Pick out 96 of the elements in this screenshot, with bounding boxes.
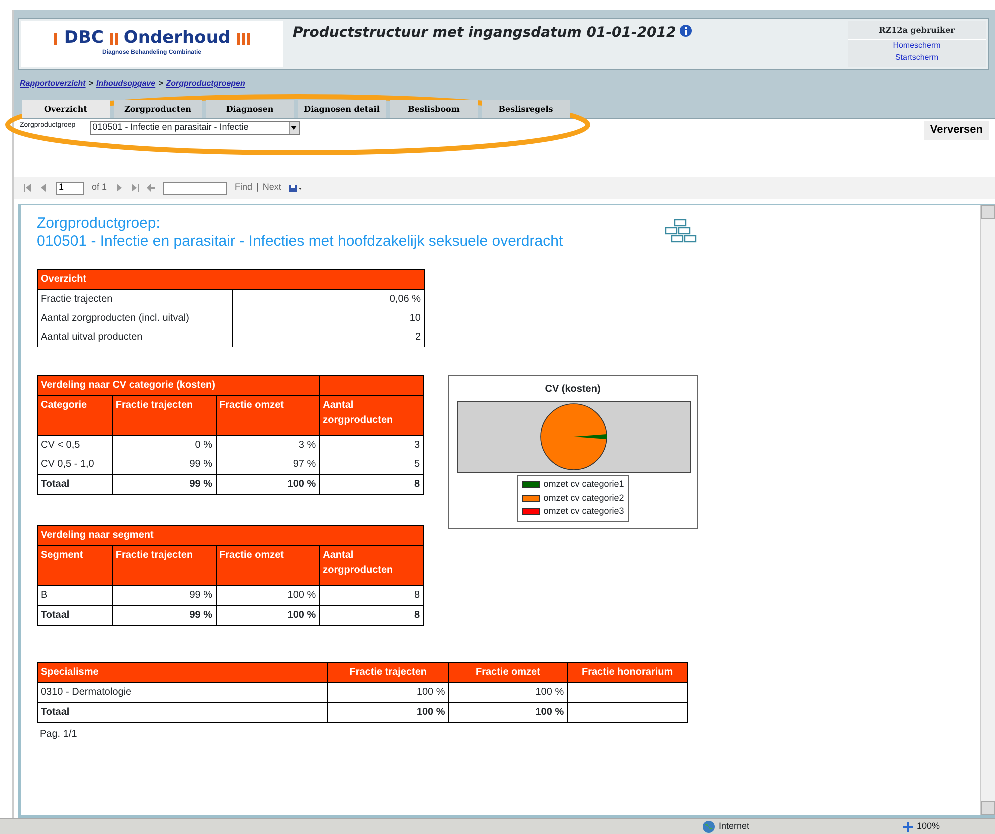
column-header: Fractie omzet <box>216 396 320 436</box>
bars-icon <box>54 32 58 44</box>
find-link[interactable]: Find <box>235 181 253 195</box>
table-cell: 5 <box>320 455 424 474</box>
scrollbar[interactable] <box>980 205 995 815</box>
bars-icon <box>236 32 250 44</box>
table-cell: 0 % <box>112 436 216 455</box>
zone-label: Internet <box>719 820 750 833</box>
last-page-icon[interactable] <box>131 184 140 192</box>
logo-product: Onderhoud <box>124 30 231 47</box>
logo-brand: DBC <box>64 30 104 47</box>
tab[interactable]: Diagnosen <box>206 100 294 118</box>
legend-label: omzet cv categorie3 <box>544 505 624 518</box>
tab[interactable]: Beslisregels <box>482 100 570 118</box>
table-title: Overzicht <box>38 270 424 290</box>
table-cell: 97 % <box>216 455 320 474</box>
page-title: Productstructuur met ingangsdatum 01-01-2012 <box>293 24 676 43</box>
chart-title: CV (kosten) <box>544 383 602 397</box>
table-cell: 99 % <box>112 586 216 606</box>
table-cell: Totaal <box>38 702 328 722</box>
table-cell: 3 % <box>216 436 320 455</box>
tab[interactable]: Overzicht <box>22 100 110 118</box>
refresh-button[interactable]: Verversen <box>924 121 989 140</box>
table-title: Verdeling naar CV categorie (kosten) <box>38 376 320 396</box>
column-header: Aantal zorgproducten <box>320 396 424 436</box>
next-page-icon[interactable] <box>115 184 124 192</box>
column-header: Categorie <box>38 396 112 436</box>
previous-page-icon[interactable] <box>40 184 48 192</box>
column-header: Aantal zorgproducten <box>320 546 424 586</box>
column-header: Segment <box>38 546 112 586</box>
table-cell: 100 % <box>328 702 449 722</box>
table-cell: Aantal zorgproducten (incl. uitval) <box>38 309 232 328</box>
table-cell: 99 % <box>112 474 216 494</box>
table-cell: 0310 - Dermatologie <box>38 682 328 702</box>
table-cell: CV 0,5 - 1,0 <box>38 455 112 474</box>
column-header: Fractie omzet <box>448 662 568 682</box>
first-page-icon[interactable] <box>24 184 32 192</box>
tab[interactable]: Beslisboom <box>390 100 478 118</box>
tab[interactable]: Diagnosen detail <box>298 100 386 118</box>
report-heading: Zorgproductgroep: <box>37 215 162 233</box>
dropdown-field[interactable]: 010501 - Infectie en parasitair - Infectie <box>90 121 300 135</box>
tab[interactable]: Zorgproducten <box>114 100 202 118</box>
table-cell: 99 % <box>112 606 216 626</box>
globe-icon <box>703 820 715 832</box>
next-link[interactable]: Next <box>262 181 282 195</box>
table-cell: 8 <box>320 586 424 606</box>
table-cell: 8 <box>320 474 424 494</box>
table-cell: Totaal <box>38 474 112 494</box>
column-header: Fractie trajecten <box>328 662 449 682</box>
export-icon[interactable] <box>289 184 304 192</box>
nav-link[interactable]: Startscherm <box>848 52 986 64</box>
column-header: Fractie omzet <box>216 546 320 586</box>
table-cell: 0,06 % <box>232 290 424 309</box>
page-count: of 1 <box>92 181 108 194</box>
table-cell: 100 % <box>448 702 568 722</box>
report-subheading: 010501 - Infectie en parasitair - Infecties met hoofdzakelijk seksuele overdracht <box>37 233 564 251</box>
table-cell: B <box>38 586 112 606</box>
column-header: Fractie trajecten <box>112 546 216 586</box>
user-name: RZ12a gebruiker <box>848 21 986 40</box>
page-number-field[interactable]: 1 <box>56 182 84 194</box>
table-cell: 100 % <box>328 682 449 702</box>
zoom-level[interactable]: 100% <box>917 820 940 834</box>
find-field[interactable] <box>163 182 228 194</box>
legend-label: omzet cv categorie2 <box>544 492 624 505</box>
breadcrumb-link[interactable]: Inhoudsopgave <box>96 78 156 90</box>
table-cell: 100 % <box>448 682 568 702</box>
info-icon[interactable] <box>680 25 692 37</box>
breadcrumb-link[interactable]: Rapportoverzicht <box>20 78 86 90</box>
breadcrumb-link[interactable]: Zorgproductgroepen <box>166 78 246 90</box>
legend-label: omzet cv categorie1 <box>544 478 624 491</box>
toolbar-separator: | <box>256 181 259 194</box>
table-cell: Fractie trajecten <box>38 290 232 309</box>
table-cell: Totaal <box>38 606 112 626</box>
table-cell: 3 <box>320 436 424 455</box>
table-cell: CV < 0,5 <box>38 436 112 455</box>
table-cell: 100 % <box>216 474 320 494</box>
table-cell: 2 <box>232 328 424 347</box>
table-cell: Aantal uitval producten <box>38 328 232 347</box>
back-icon[interactable] <box>147 184 156 192</box>
breadcrumb-separator: > <box>158 78 164 90</box>
table-title: Verdeling naar segment <box>38 526 424 546</box>
table-cell: 100 % <box>216 606 320 626</box>
column-header: Fractie honorarium <box>568 662 688 682</box>
column-header: Fractie trajecten <box>112 396 216 436</box>
table-cell: 100 % <box>216 586 320 606</box>
zoom-icon[interactable] <box>903 822 913 832</box>
table-cell: 10 <box>232 309 424 328</box>
hierarchy-icon[interactable] <box>665 219 697 243</box>
column-header: Specialisme <box>38 662 328 682</box>
bars-icon <box>110 32 118 44</box>
nav-link[interactable]: Homescherm <box>848 40 986 52</box>
dropdown-arrow-icon[interactable] <box>291 126 298 130</box>
breadcrumb-separator: > <box>88 78 94 90</box>
page-label: Pag. 1/1 <box>39 728 78 742</box>
table-cell: 8 <box>320 606 424 626</box>
table-cell: 99 % <box>112 455 216 474</box>
